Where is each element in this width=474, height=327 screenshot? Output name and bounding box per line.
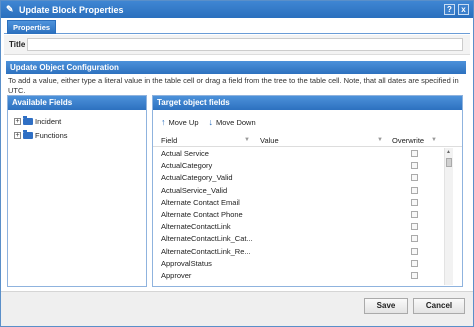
- title-row: Title: [4, 35, 470, 55]
- overwrite-checkbox[interactable]: [411, 210, 418, 218]
- title-input[interactable]: [27, 38, 463, 51]
- column-header-overwrite[interactable]: Overwrite: [392, 136, 424, 145]
- table-row[interactable]: AlternateContactLink: [153, 221, 443, 233]
- move-down-label: Move Down: [216, 117, 256, 127]
- overwrite-checkbox[interactable]: [411, 259, 418, 267]
- column-header-value[interactable]: Value: [260, 136, 279, 145]
- folder-icon: [23, 129, 33, 139]
- overwrite-checkbox[interactable]: [411, 186, 418, 194]
- field-name: ActualService_Valid: [161, 185, 228, 195]
- move-down-button[interactable]: ↓ Move Down: [209, 117, 256, 127]
- expand-icon[interactable]: +: [14, 131, 21, 139]
- tab-strip: Properties: [4, 20, 470, 34]
- folder-icon: [23, 115, 33, 125]
- overwrite-checkbox[interactable]: [411, 235, 418, 243]
- table-row[interactable]: Actual Service: [153, 148, 443, 160]
- field-name: AlternateContactLink_Cat...: [161, 234, 253, 244]
- table-row[interactable]: Alternate Contact Email: [153, 197, 443, 209]
- table-row[interactable]: Alternate Contact Phone: [153, 209, 443, 221]
- target-fields-heading: Target object fields: [153, 96, 462, 110]
- grid-toolbar: ↑ Move Up ↓ Move Down: [161, 117, 256, 127]
- tree-item-label: Incident: [35, 116, 62, 126]
- column-header-field[interactable]: Field: [161, 136, 177, 145]
- overwrite-checkbox[interactable]: [411, 174, 418, 182]
- table-row[interactable]: Approver: [153, 270, 443, 282]
- overwrite-checkbox[interactable]: [411, 271, 418, 279]
- title-label: Title: [9, 40, 26, 49]
- titlebar-buttons: ? x: [444, 4, 469, 15]
- overwrite-checkbox[interactable]: [411, 223, 418, 231]
- field-name: Alternate Contact Phone: [161, 209, 243, 219]
- dialog-titlebar: ✎ Update Block Properties ? x: [1, 1, 473, 18]
- scroll-up-icon[interactable]: ▲: [446, 149, 451, 155]
- update-block-properties-dialog: ✎ Update Block Properties ? x Properties…: [0, 0, 474, 327]
- tab-properties[interactable]: Properties: [7, 20, 57, 34]
- grid-header: Field ▼ Value ▼ Overwrite ▼: [153, 133, 462, 147]
- overwrite-checkbox[interactable]: [411, 247, 418, 255]
- field-name: Alternate Contact Email: [161, 197, 240, 207]
- pencil-icon: ✎: [6, 4, 14, 14]
- scrollbar-thumb[interactable]: [446, 158, 452, 167]
- tree-item-functions[interactable]: + Functions: [14, 129, 68, 140]
- arrow-down-icon: ↓: [208, 117, 214, 127]
- field-name: AlternateContactLink: [161, 222, 231, 232]
- overwrite-checkbox[interactable]: [411, 162, 418, 170]
- table-row[interactable]: ApprovalStatus: [153, 258, 443, 270]
- field-name: Actual Service: [161, 149, 209, 158]
- filter-icon[interactable]: ▼: [431, 137, 438, 143]
- table-row[interactable]: ActualCategory_Valid: [153, 172, 443, 184]
- vertical-scrollbar[interactable]: ▲: [444, 148, 453, 285]
- field-name: ApprovalStatus: [161, 258, 212, 268]
- filter-icon[interactable]: ▼: [244, 137, 251, 143]
- field-name: ActualCategory_Valid: [161, 173, 233, 183]
- arrow-up-icon: ↑: [161, 117, 166, 127]
- dialog-footer: Save Cancel: [1, 291, 473, 326]
- overwrite-checkbox[interactable]: [411, 198, 418, 206]
- help-button[interactable]: ?: [444, 4, 455, 15]
- close-button[interactable]: x: [458, 4, 469, 15]
- table-row[interactable]: ActualCategory: [153, 160, 443, 172]
- cancel-button[interactable]: Cancel: [413, 298, 465, 314]
- field-name: Approver: [161, 270, 192, 280]
- overwrite-checkbox[interactable]: [411, 150, 418, 157]
- target-fields-rows: Actual Service ActualCategory ActualCatego…: [153, 148, 443, 285]
- filter-icon[interactable]: ▼: [377, 137, 384, 143]
- tree-item-incident[interactable]: + Incident: [14, 115, 62, 126]
- move-up-label: Move Up: [168, 117, 199, 127]
- table-row[interactable]: AlternateContactLink_Re...: [153, 246, 443, 258]
- section-heading: Update Object Configuration: [6, 61, 466, 74]
- save-button[interactable]: Save: [364, 298, 408, 314]
- expand-icon[interactable]: +: [14, 117, 21, 125]
- tree-item-label: Functions: [35, 130, 68, 140]
- table-row[interactable]: ActualService_Valid: [153, 185, 443, 197]
- move-up-button[interactable]: ↑ Move Up: [161, 117, 199, 127]
- instructions-note: To add a value, either type a literal va…: [8, 76, 459, 95]
- available-fields-heading: Available Fields: [8, 96, 146, 110]
- table-row[interactable]: AlternateContactLink_Cat...: [153, 233, 443, 245]
- field-name: AlternateContactLink_Re...: [161, 246, 251, 256]
- field-name: ActualCategory: [161, 161, 213, 171]
- dialog-title: Update Block Properties: [19, 4, 124, 15]
